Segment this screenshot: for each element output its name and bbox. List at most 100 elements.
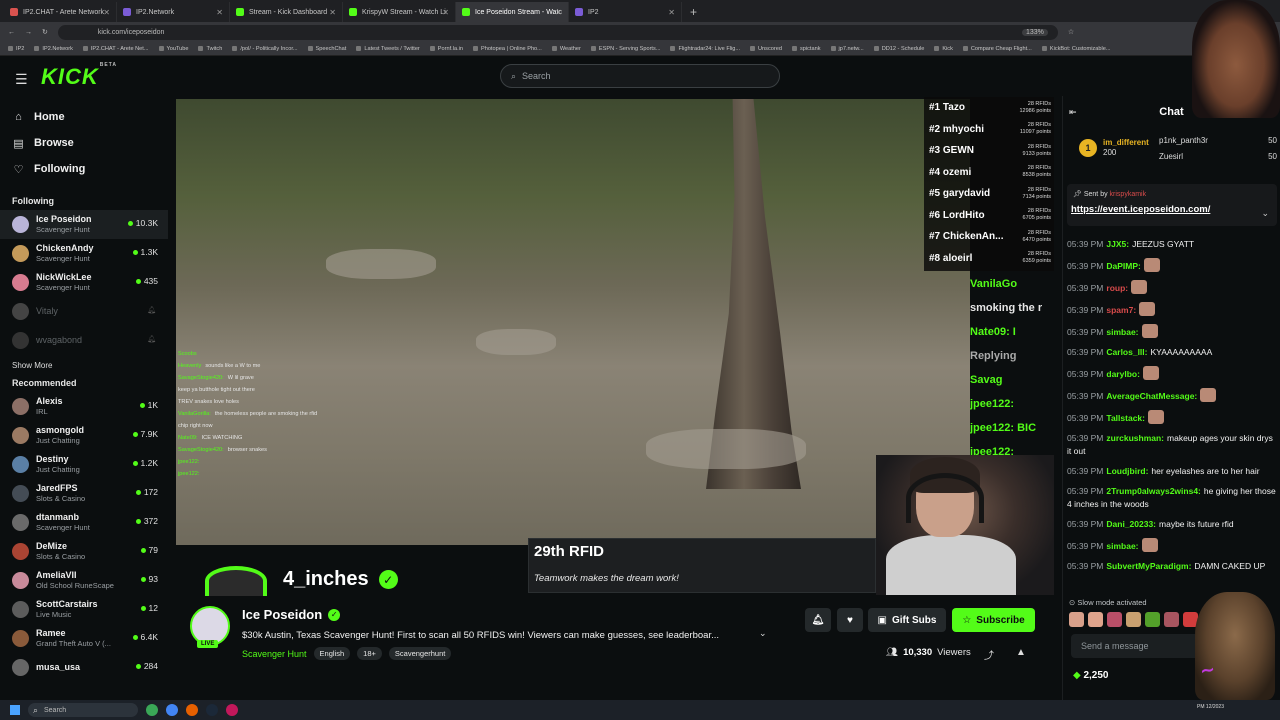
bell-icon[interactable]: 🔔︎ [147,306,156,314]
sidebar-channel[interactable]: ScottCarstairs Live Music 12 [0,595,168,624]
gifter-row[interactable]: p1nk_panth3r 50 [1159,136,1277,145]
category-link[interactable]: Scavenger Hunt [242,649,307,659]
bookmark-item[interactable]: Twitch [198,46,222,52]
bookmark-item[interactable]: Kick [934,46,953,52]
sidebar-channel[interactable]: Vitaly 🔔︎ [0,297,168,326]
browser-tab[interactable]: KrispyW Stream - Watch Li ✕ [343,2,456,22]
sidebar-channel[interactable]: wvagabond 🔔︎ [0,326,168,355]
share-icon[interactable]: ⤴ [984,647,994,662]
menu-icon[interactable]: ☰ [15,71,28,88]
nav-following[interactable]: ♡ Following [0,156,168,182]
bookmark-item[interactable]: IP2.Network [34,46,72,52]
browser-tab[interactable]: IP2.Network ✕ [117,2,230,22]
gifter-row[interactable]: Zuesirl 50 [1159,152,1277,161]
message-user[interactable]: DaPIMP: [1106,261,1140,271]
back-icon[interactable]: ← [8,29,15,36]
bookmark-item[interactable]: KickBot: Customizable... [1042,46,1111,52]
reload-icon[interactable]: ↻ [42,28,48,36]
message-user[interactable]: Tallstack: [1106,413,1145,423]
message-user[interactable]: simbae: [1106,541,1138,551]
tab-close-icon[interactable]: ✕ [555,8,562,17]
sidebar-channel[interactable]: Ice Poseidon Scavenger Hunt 10.3K [0,210,168,239]
bookmark-item[interactable]: Pornf.la.in [430,46,463,52]
message-user[interactable]: zurckushman: [1106,433,1164,443]
taskbar-search[interactable]: Search [28,703,138,717]
emote-icon[interactable] [1164,612,1179,627]
message-user[interactable]: SubvertMyParadigm: [1106,561,1191,571]
streamer-name[interactable]: Ice Poseidon ✓ [242,607,341,622]
windows-start-icon[interactable] [10,705,20,715]
bookmark-item[interactable]: Photopea | Online Pho... [473,46,542,52]
sidebar-channel[interactable]: Destiny Just Chatting 1.2K [0,450,168,479]
sidebar-channel[interactable]: dtanmanb Scavenger Hunt 372 [0,508,168,537]
bookmark-item[interactable]: Weather [552,46,581,52]
forward-icon[interactable]: → [25,29,32,36]
bell-icon[interactable]: 🔔︎ [147,335,156,343]
gift-subs-button[interactable]: ▣ Gift Subs [868,608,946,632]
tab-close-icon[interactable]: ✕ [216,8,223,17]
steam-icon[interactable] [206,704,218,716]
chevron-down-icon[interactable]: ⌄ [759,628,767,639]
bookmark-item[interactable]: Latest Tweets / Twitter [356,46,419,52]
collapse-chat-icon[interactable]: ⇤ [1069,107,1077,118]
stream-tag[interactable]: Scavengerhunt [388,647,452,660]
new-tab-button[interactable]: + [682,2,705,22]
spotify-icon[interactable] [146,704,158,716]
bookmark-item[interactable]: SpeechChat [308,46,347,52]
tab-close-icon[interactable]: ✕ [668,8,675,17]
sidebar-channel[interactable]: AmeliaVII Old School RuneScape 93 [0,566,168,595]
tab-close-icon[interactable]: ✕ [329,8,336,17]
chevron-down-icon[interactable]: ⌄ [1261,208,1269,219]
message-user[interactable]: 2Trump0always2wins4: [1106,486,1201,496]
chrome-icon[interactable] [166,704,178,716]
browser-tab[interactable]: Ice Poseidon Stream - Watc ✕ [456,2,569,22]
sidebar-channel[interactable]: asmongold Just Chatting 7.9K [0,421,168,450]
bookmark-item[interactable]: IP2 [8,46,24,52]
stream-tag[interactable]: English [313,647,351,660]
browser-tab[interactable]: IP2.CHAT - Arete Network ✕ [4,2,117,22]
message-user[interactable]: AverageChatMessage: [1106,391,1197,401]
bookmark-item[interactable]: ESPN - Serving Sports... [591,46,661,52]
tab-close-icon[interactable]: ✕ [103,8,110,17]
nav-home[interactable]: ⌂ Home [0,104,168,130]
sidebar-channel[interactable]: Alexis IRL 1K [0,392,168,421]
emote-icon[interactable] [1126,612,1141,627]
message-user[interactable]: simbae: [1106,327,1138,337]
star-icon[interactable]: ☆ [1068,28,1074,36]
search-input[interactable]: ⌕ Search [500,64,780,88]
tab-close-icon[interactable]: ✕ [442,8,449,17]
message-user[interactable]: Dani_20233: [1106,519,1156,529]
bookmark-item[interactable]: Compare Cheap Flight... [963,46,1032,52]
bookmark-item[interactable]: DD12 - Schedule [874,46,925,52]
kick-logo[interactable]: KICKBETA [41,62,116,90]
message-user[interactable]: Carlos_lll: [1106,347,1147,357]
top-gifter[interactable]: 1 im_different 200 [1079,138,1149,158]
sidebar-channel[interactable]: NickWickLee Scavenger Hunt 435 [0,268,168,297]
show-more-button[interactable]: Show More [0,361,168,370]
subscribe-button[interactable]: ☆ Subscribe [952,608,1035,632]
follow-button[interactable]: ♥ [837,608,863,632]
bookmark-item[interactable]: spictank [792,46,821,52]
message-user[interactable]: darylbo: [1106,369,1140,379]
bookmark-item[interactable]: YouTube [159,46,189,52]
message-user[interactable]: spam7: [1106,305,1136,315]
emote-icon[interactable] [1107,612,1122,627]
emote-icon[interactable] [1069,612,1084,627]
browser-tab[interactable]: Stream - Kick Dashboard ✕ [230,2,343,22]
sidebar-channel[interactable]: ChickenAndy Scavenger Hunt 1.3K [0,239,168,268]
zoom-indicator[interactable]: 133% [1021,28,1048,36]
emote-icon[interactable] [1088,612,1103,627]
app-icon[interactable] [226,704,238,716]
bookmark-item[interactable]: IP2.CHAT - Arete Net... [83,46,149,52]
bookmark-item[interactable]: jp7.netw... [831,46,864,52]
bookmark-item[interactable]: Flightradar24: Live Flig... [670,46,740,52]
browser-tab[interactable]: IP2 ✕ [569,2,682,22]
sidebar-channel[interactable]: DeMize Slots & Casino 79 [0,537,168,566]
channel-points[interactable]: 2,250 [1073,670,1108,681]
report-icon[interactable]: ▲ [1016,647,1026,658]
nav-browse[interactable]: ▤ Browse [0,130,168,156]
notification-bell-button[interactable]: 🔔︎ [805,608,831,632]
sidebar-channel[interactable]: Ramee Grand Theft Auto V (... 6.4K [0,624,168,653]
pinned-link[interactable]: https://event.iceposeidon.com/ [1071,204,1210,215]
bookmark-item[interactable]: /pol/ - Politically Incor... [232,46,297,52]
